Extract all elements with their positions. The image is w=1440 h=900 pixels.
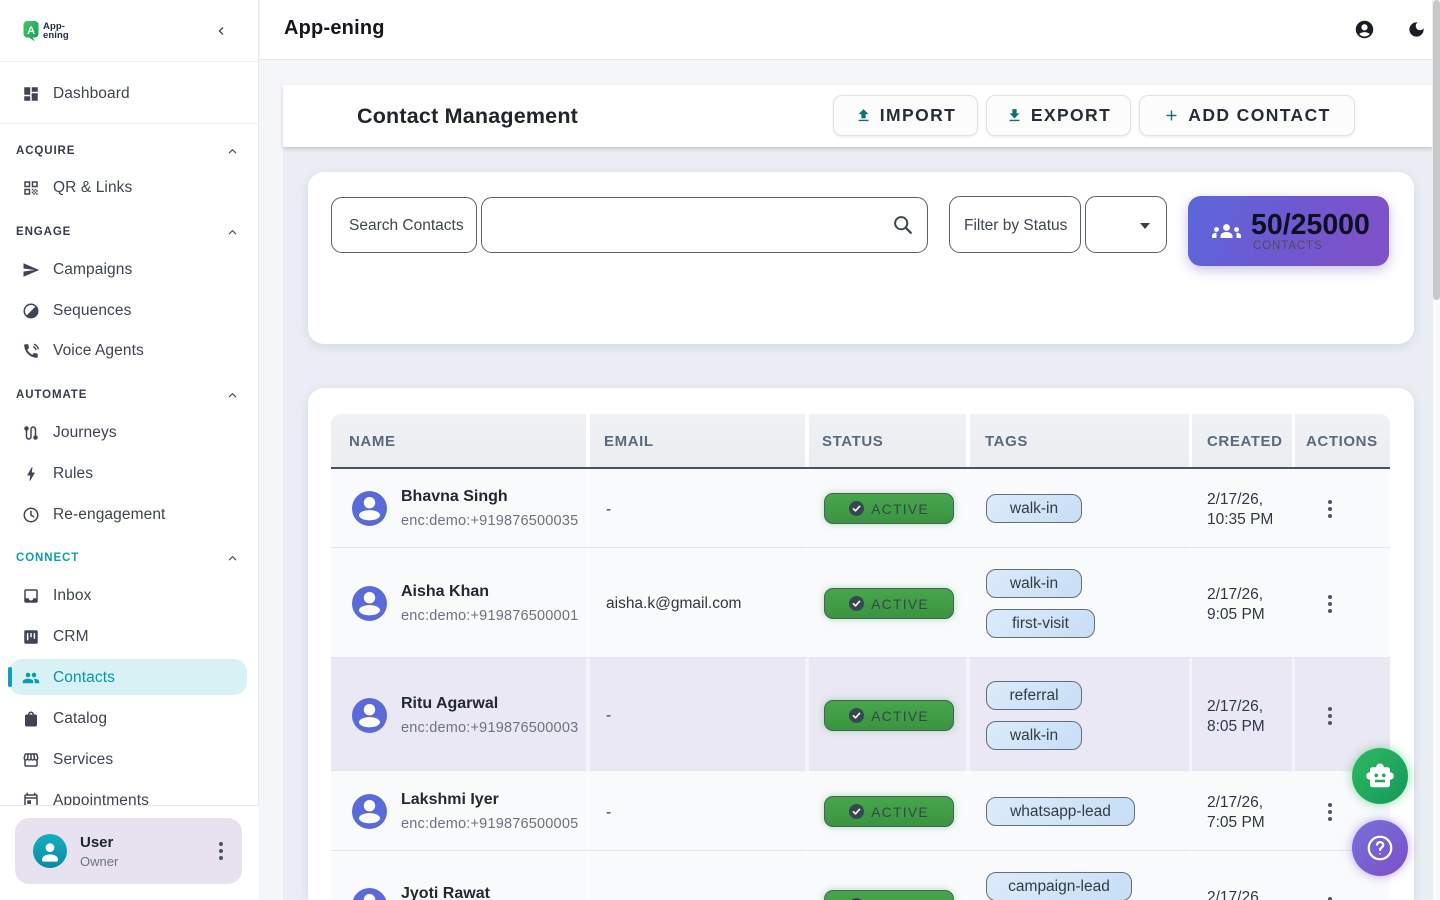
- svg-text:A: A: [27, 25, 35, 37]
